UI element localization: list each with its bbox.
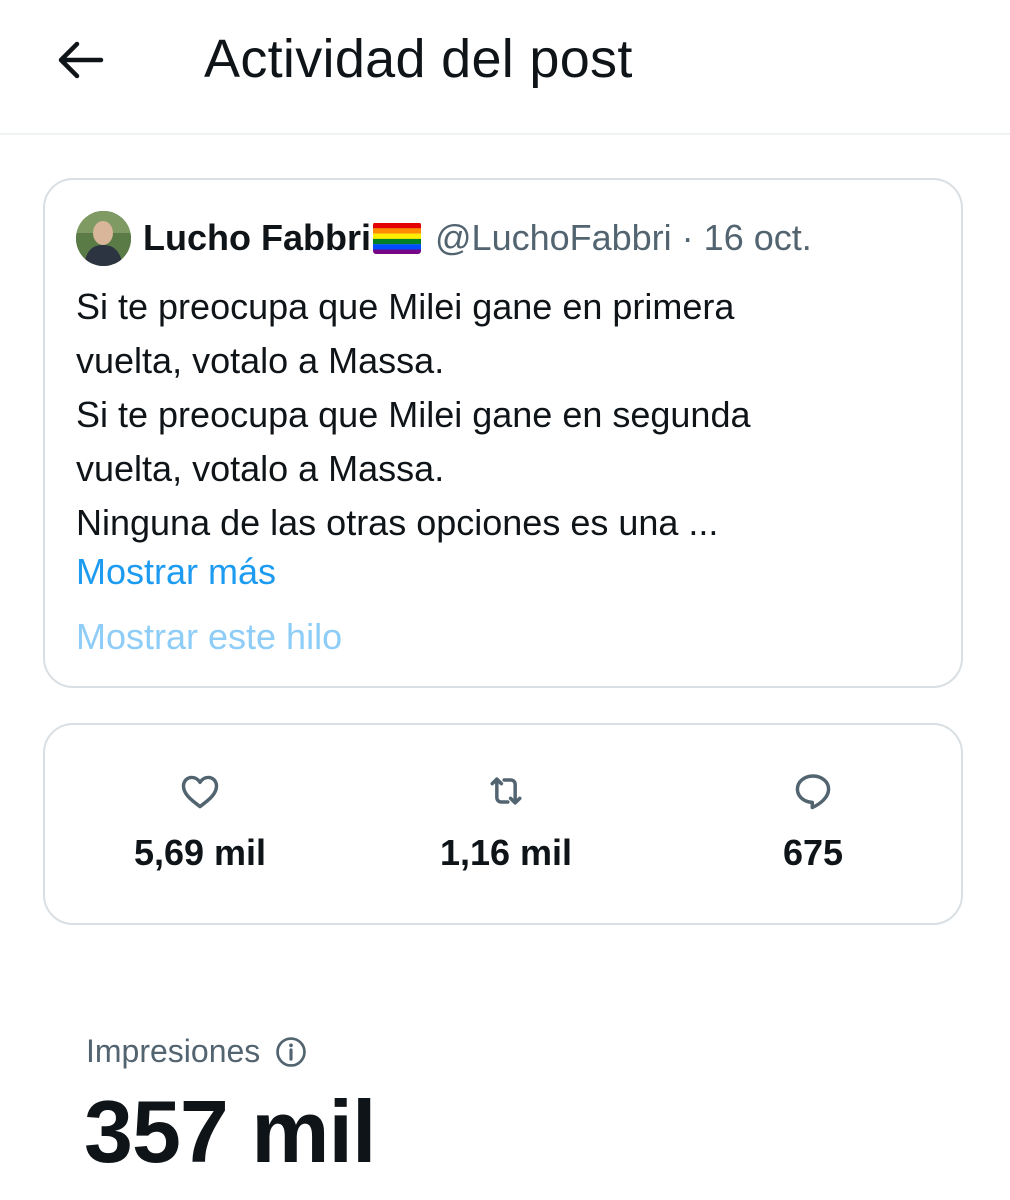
post-text-line: Ninguna de las otras opciones es una ... (76, 502, 719, 543)
likes-count: 5,69 mil (133, 832, 267, 873)
replies-stat[interactable]: 675 (703, 769, 923, 875)
engagement-stats-card: 5,69 mil 1,16 mil 675 (43, 723, 963, 925)
post-text-line: vuelta, votalo a Massa. (76, 340, 445, 381)
likes-stat[interactable]: 5,69 mil (90, 769, 310, 875)
replies-count: 675 (782, 832, 844, 873)
reposts-stat[interactable]: 1,16 mil (396, 769, 616, 875)
post-text-line: Si te preocupa que Milei gane en segunda (76, 394, 751, 435)
repost-icon (484, 769, 528, 813)
impressions-label-text: Impresiones (86, 1033, 261, 1069)
reply-icon (791, 769, 835, 813)
impressions-label: Impresiones (86, 1033, 308, 1070)
heart-icon (178, 769, 222, 813)
post-text-line: Si te preocupa que Milei gane en primera (76, 286, 735, 327)
impressions-count: 357 mil (84, 1082, 376, 1181)
back-button[interactable] (50, 30, 110, 90)
info-icon[interactable] (274, 1035, 308, 1069)
post-date[interactable]: 16 oct. (704, 217, 812, 259)
quoted-post-card[interactable]: Lucho Fabbri @LuchoFabbri · 16 oct. Si t… (43, 178, 963, 688)
author-handle[interactable]: @LuchoFabbri (435, 217, 672, 259)
post-author-line: Lucho Fabbri @LuchoFabbri · 16 oct. (143, 214, 812, 262)
avatar[interactable] (76, 211, 131, 266)
top-bar: Actividad del post (0, 0, 1010, 135)
show-thread-link[interactable]: Mostrar este hilo (76, 610, 342, 664)
page-title: Actividad del post (204, 29, 633, 89)
rainbow-flag-icon (373, 222, 421, 254)
post-text: Si te preocupa que Milei gane en primera… (76, 280, 936, 550)
separator-dot: · (681, 217, 694, 258)
show-more-link[interactable]: Mostrar más (76, 545, 276, 599)
arrow-left-icon (58, 41, 104, 79)
author-name[interactable]: Lucho Fabbri (143, 217, 371, 259)
post-text-line: vuelta, votalo a Massa. (76, 448, 445, 489)
reposts-count: 1,16 mil (439, 832, 573, 873)
